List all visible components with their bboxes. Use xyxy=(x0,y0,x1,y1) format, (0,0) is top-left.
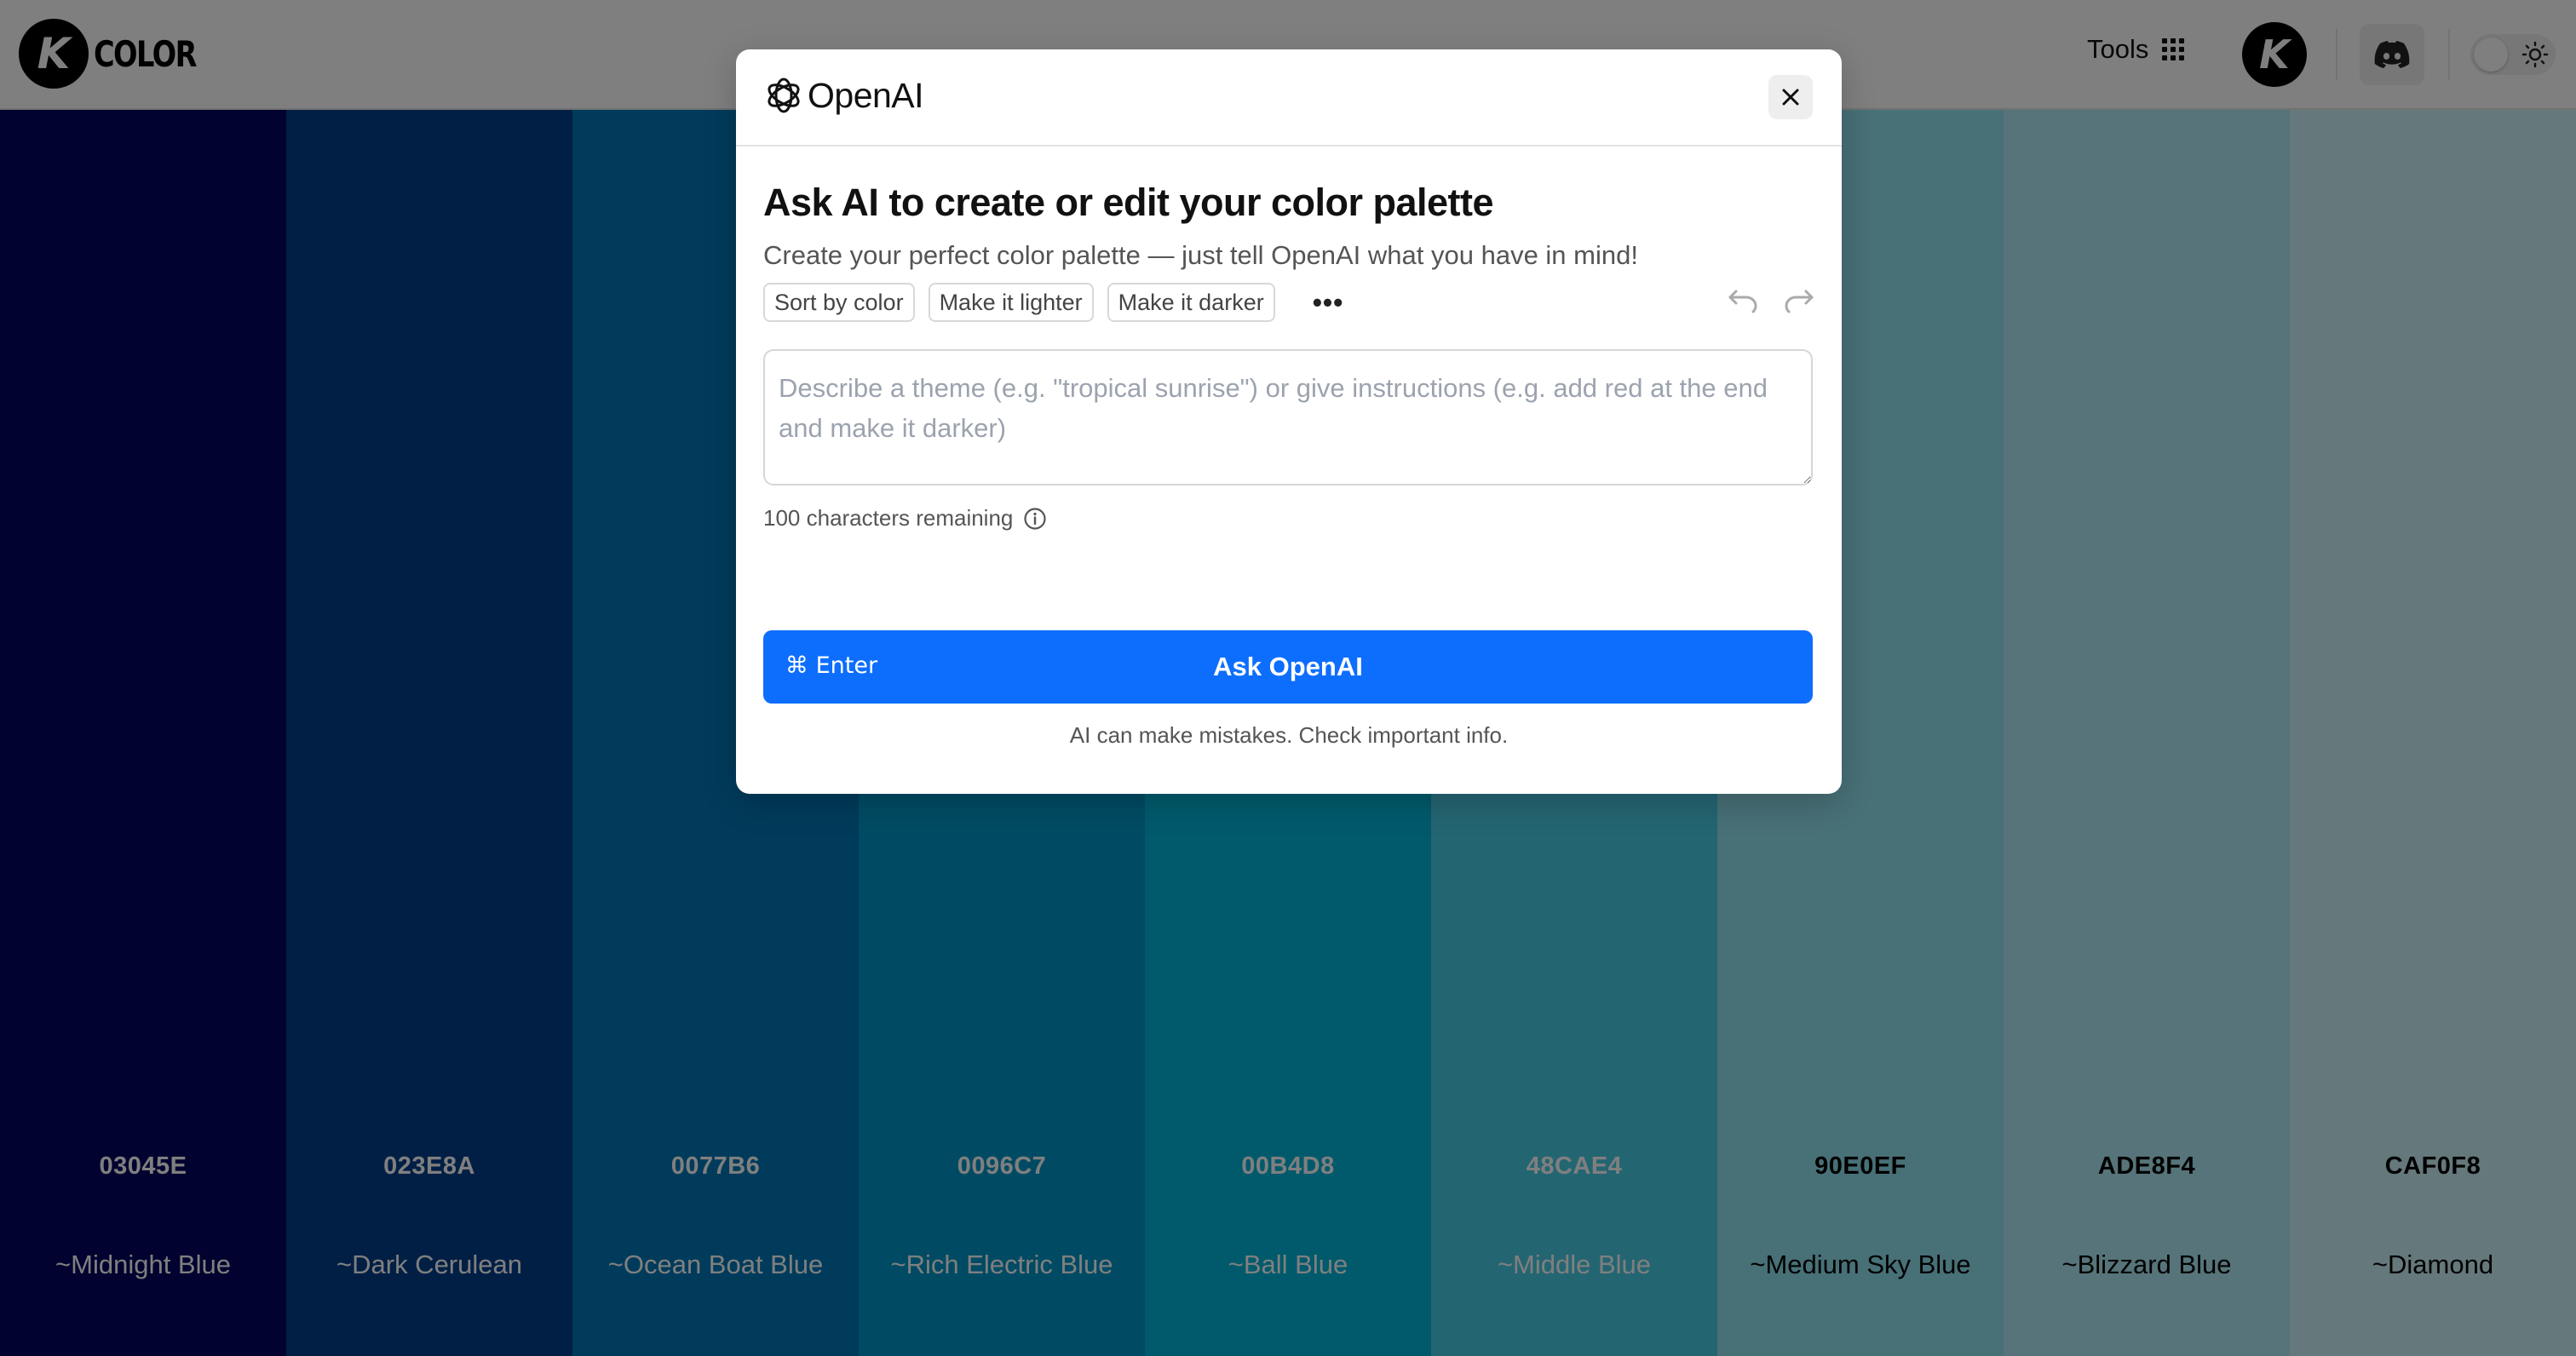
chip-sort-by-color[interactable]: Sort by color xyxy=(763,283,915,322)
redo-icon[interactable] xyxy=(1784,288,1814,313)
char-counter: 100 characters remaining xyxy=(763,505,1047,531)
ask-openai-button[interactable]: ⌘ Enter Ask OpenAI xyxy=(763,630,1813,704)
modal-subtitle: Create your perfect color palette — just… xyxy=(763,240,1638,270)
openai-brand: OpenAI xyxy=(763,75,924,116)
remaining-text: 100 characters remaining xyxy=(763,505,1014,531)
modal-header: OpenAI xyxy=(736,49,1842,147)
info-icon[interactable] xyxy=(1023,507,1047,531)
close-icon xyxy=(1782,89,1799,106)
modal-title: Ask AI to create or edit your color pale… xyxy=(763,181,1494,224)
ai-modal: OpenAI Ask AI to create or edit your col… xyxy=(736,49,1842,794)
more-actions-button[interactable]: ••• xyxy=(1313,289,1344,316)
undo-icon[interactable] xyxy=(1728,288,1758,313)
quick-actions: Sort by color Make it lighter Make it da… xyxy=(763,283,1343,322)
chip-make-darker[interactable]: Make it darker xyxy=(1107,283,1275,322)
prompt-input[interactable] xyxy=(763,349,1813,486)
close-button[interactable] xyxy=(1768,75,1813,119)
ask-button-label: Ask OpenAI xyxy=(1213,652,1363,681)
brand-name: OpenAI xyxy=(808,75,924,115)
history-controls xyxy=(1728,288,1814,313)
openai-logo-icon xyxy=(768,78,800,113)
chip-make-lighter[interactable]: Make it lighter xyxy=(928,283,1094,322)
ai-disclaimer: AI can make mistakes. Check important in… xyxy=(1069,722,1509,748)
